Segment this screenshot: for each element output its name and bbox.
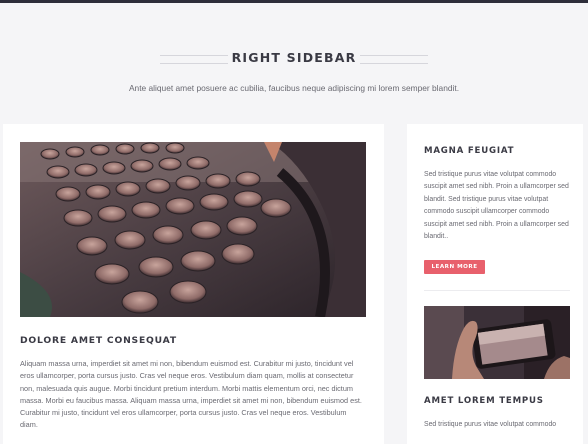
main-content-card: DOLORE AMET CONSEQUAT Aliquam massa urna… (3, 124, 384, 444)
widget-text-amet-lorem-tempus: Sed tristique purus vitae volutpat commo… (424, 421, 557, 428)
page-title: RIGHT SIDEBAR (231, 50, 357, 65)
sidebar-divider (424, 290, 570, 291)
widget-title-magna-feugiat: MAGNA FEUGIAT (424, 146, 515, 156)
widget-text-magna-feugiat: Sed tristique purus vitae volutpat commo… (424, 171, 569, 241)
page-subtitle: Ante aliquet amet posuere ac cubilia, fa… (128, 83, 460, 93)
post-title: DOLORE AMET CONSEQUAT (20, 335, 177, 346)
learn-more-button[interactable]: LEARN MORE (424, 260, 485, 274)
page-header: RIGHT SIDEBAR Ante aliquet amet posuere … (0, 3, 588, 123)
sidebar: MAGNA FEUGIAT Sed tristique purus vitae … (407, 124, 583, 444)
typewriter-image (20, 142, 366, 317)
post-body: Aliquam massa urna, imperdiet sit amet m… (20, 359, 362, 430)
title-row: RIGHT SIDEBAR (0, 49, 588, 69)
widget-title-amet-lorem-tempus: AMET LOREM TEMPUS (424, 396, 544, 406)
phone-photo-image (424, 306, 570, 379)
title-rule-right (360, 55, 428, 64)
